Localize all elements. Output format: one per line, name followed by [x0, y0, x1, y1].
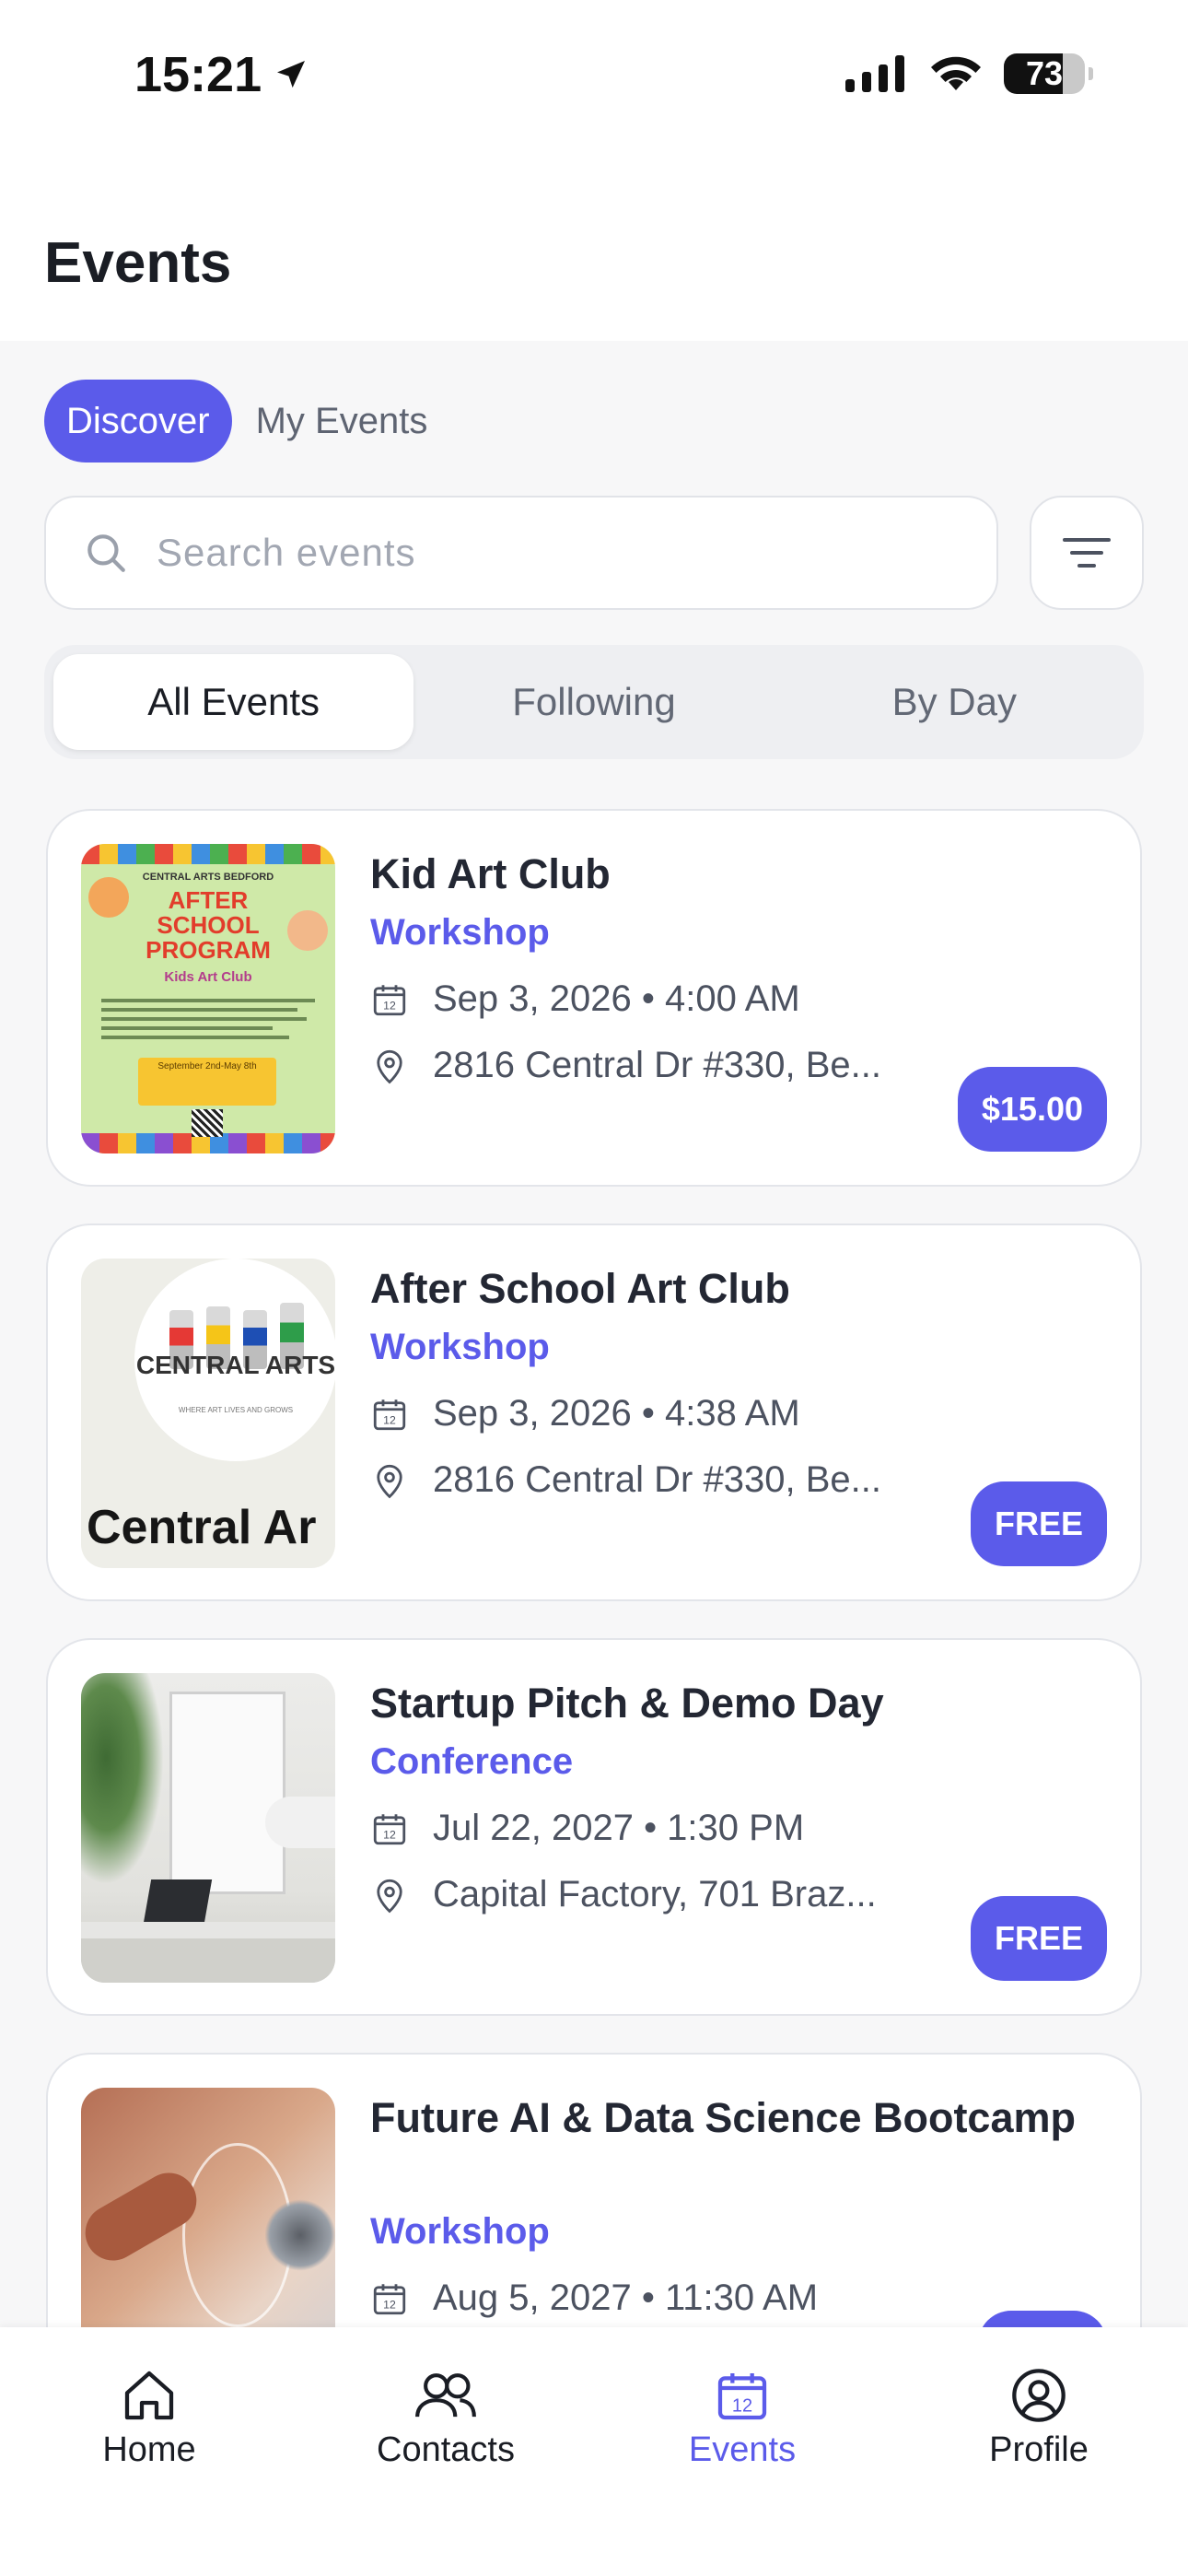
poster-subtitle: Kids Art Club — [164, 969, 252, 985]
event-category: Workshop — [370, 912, 550, 953]
event-card[interactable]: CENTRAL ARTS WHERE ART LIVES AND GROWS C… — [46, 1224, 1142, 1601]
event-location: 2816 Central Dr #330, Be... — [433, 1045, 881, 1085]
location-pin-icon — [377, 1464, 402, 1498]
poster-dates-box: September 2nd-May 8th — [138, 1058, 276, 1106]
event-title: Startup Pitch & Demo Day — [370, 1680, 884, 1727]
poster-kid-left — [88, 877, 129, 918]
event-filter-segment: All Events Following By Day — [44, 645, 1144, 759]
event-photo — [81, 1673, 335, 1983]
event-title: Future AI & Data Science Bootcamp — [370, 2094, 1076, 2141]
event-title: After School Art Club — [370, 1265, 790, 1312]
filter-button[interactable] — [1030, 496, 1144, 610]
search-icon — [87, 534, 125, 572]
event-title: Kid Art Club — [370, 850, 611, 897]
whiteboard-graphic — [169, 1692, 285, 1894]
plant-graphic — [81, 1673, 164, 1885]
event-date-row: 12 Sep 3, 2026 • 4:38 AM — [370, 1393, 800, 1434]
event-category: Conference — [370, 1741, 574, 1782]
page-title: Events — [44, 231, 232, 295]
poster-body-text — [101, 993, 315, 1058]
tab-discover[interactable]: Discover — [44, 380, 232, 463]
event-date-row: 12 Jul 22, 2027 • 1:30 PM — [370, 1808, 804, 1849]
status-icons: 73 — [845, 53, 1093, 94]
event-location: Capital Factory, 701 Braz... — [433, 1874, 877, 1914]
segment-all-events[interactable]: All Events — [53, 654, 414, 750]
event-card[interactable]: Startup Pitch & Demo Day Conference 12 J… — [46, 1638, 1142, 2016]
event-datetime: Jul 22, 2027 • 1:30 PM — [433, 1808, 805, 1848]
svg-text:12: 12 — [383, 1413, 396, 1426]
presenter-arm — [265, 1797, 335, 1848]
event-location-row: 2816 Central Dr #330, Be... — [370, 1459, 881, 1501]
home-icon — [124, 2371, 174, 2420]
price-badge: FREE — [970, 1896, 1107, 1981]
header-area: 15:21 73 Events — [0, 0, 1188, 341]
location-arrow-icon — [277, 61, 306, 88]
bottom-navigation: Home Contacts 12 Events Profile — [0, 2327, 1188, 2576]
segment-by-day[interactable]: By Day — [775, 654, 1135, 750]
svg-text:12: 12 — [383, 2298, 396, 2311]
robot-hand-graphic — [265, 2198, 335, 2272]
calendar-icon: 12 — [373, 2283, 406, 2314]
calendar-icon: 12 — [373, 1813, 406, 1844]
event-datetime: Sep 3, 2026 • 4:00 AM — [433, 978, 800, 1019]
nav-events[interactable]: 12 Events — [632, 2366, 853, 2470]
view-tabs: Discover My Events — [44, 380, 427, 463]
segment-following[interactable]: Following — [413, 654, 774, 750]
event-location: 2816 Central Dr #330, Be... — [433, 1459, 881, 1500]
nav-contacts[interactable]: Contacts — [335, 2366, 556, 2470]
profile-icon — [1012, 2369, 1066, 2422]
status-time: 15:21 — [134, 46, 309, 103]
battery-indicator: 73 — [1004, 53, 1093, 94]
poster-qr-code — [192, 1109, 223, 1137]
signal-icon — [845, 55, 904, 92]
price-badge: FREE — [970, 1481, 1107, 1566]
nav-profile[interactable]: Profile — [928, 2366, 1149, 2470]
calendar-icon: 12 — [373, 984, 406, 1015]
event-datetime: Sep 3, 2026 • 4:38 AM — [433, 1393, 800, 1434]
event-logo-image: CENTRAL ARTS WHERE ART LIVES AND GROWS C… — [81, 1259, 335, 1568]
wifi-icon — [931, 56, 981, 90]
poster-border-top — [81, 844, 335, 864]
event-location-row: 2816 Central Dr #330, Be... — [370, 1045, 881, 1086]
event-card[interactable]: CENTRAL ARTS BEDFORD AFTER SCHOOL PROGRA… — [46, 809, 1142, 1187]
svg-text:12: 12 — [383, 999, 396, 1012]
event-datetime: Aug 5, 2027 • 11:30 AM — [433, 2277, 819, 2318]
event-category: Workshop — [370, 1327, 550, 1367]
svg-text:12: 12 — [732, 2395, 752, 2416]
logo-caption: Central Ar — [87, 1501, 317, 1554]
table-graphic — [81, 1922, 335, 1938]
event-date-row: 12 Aug 5, 2027 • 11:30 AM — [370, 2277, 818, 2319]
nav-home[interactable]: Home — [39, 2366, 260, 2470]
calendar-icon: 12 — [717, 2373, 767, 2420]
location-pin-icon — [377, 1879, 402, 1913]
calendar-icon: 12 — [373, 1399, 406, 1430]
search-box[interactable] — [44, 496, 998, 610]
logo-name: CENTRAL ARTS — [135, 1351, 335, 1379]
event-category: Workshop — [370, 2211, 550, 2252]
tab-my-events[interactable]: My Events — [256, 401, 428, 442]
search-input[interactable] — [157, 531, 967, 575]
svg-text:12: 12 — [383, 1828, 396, 1841]
contacts-icon — [415, 2373, 476, 2418]
location-pin-icon — [377, 1049, 402, 1083]
event-date-row: 12 Sep 3, 2026 • 4:00 AM — [370, 978, 800, 1020]
table-base-graphic — [81, 1938, 335, 1983]
filter-icon — [1063, 538, 1111, 568]
event-location-row: Capital Factory, 701 Braz... — [370, 1874, 877, 1915]
price-badge: $15.00 — [957, 1067, 1107, 1152]
poster-kid-right — [287, 910, 328, 951]
event-poster-image: CENTRAL ARTS BEDFORD AFTER SCHOOL PROGRA… — [81, 844, 335, 1153]
logo-tagline: WHERE ART LIVES AND GROWS — [178, 1406, 294, 1414]
